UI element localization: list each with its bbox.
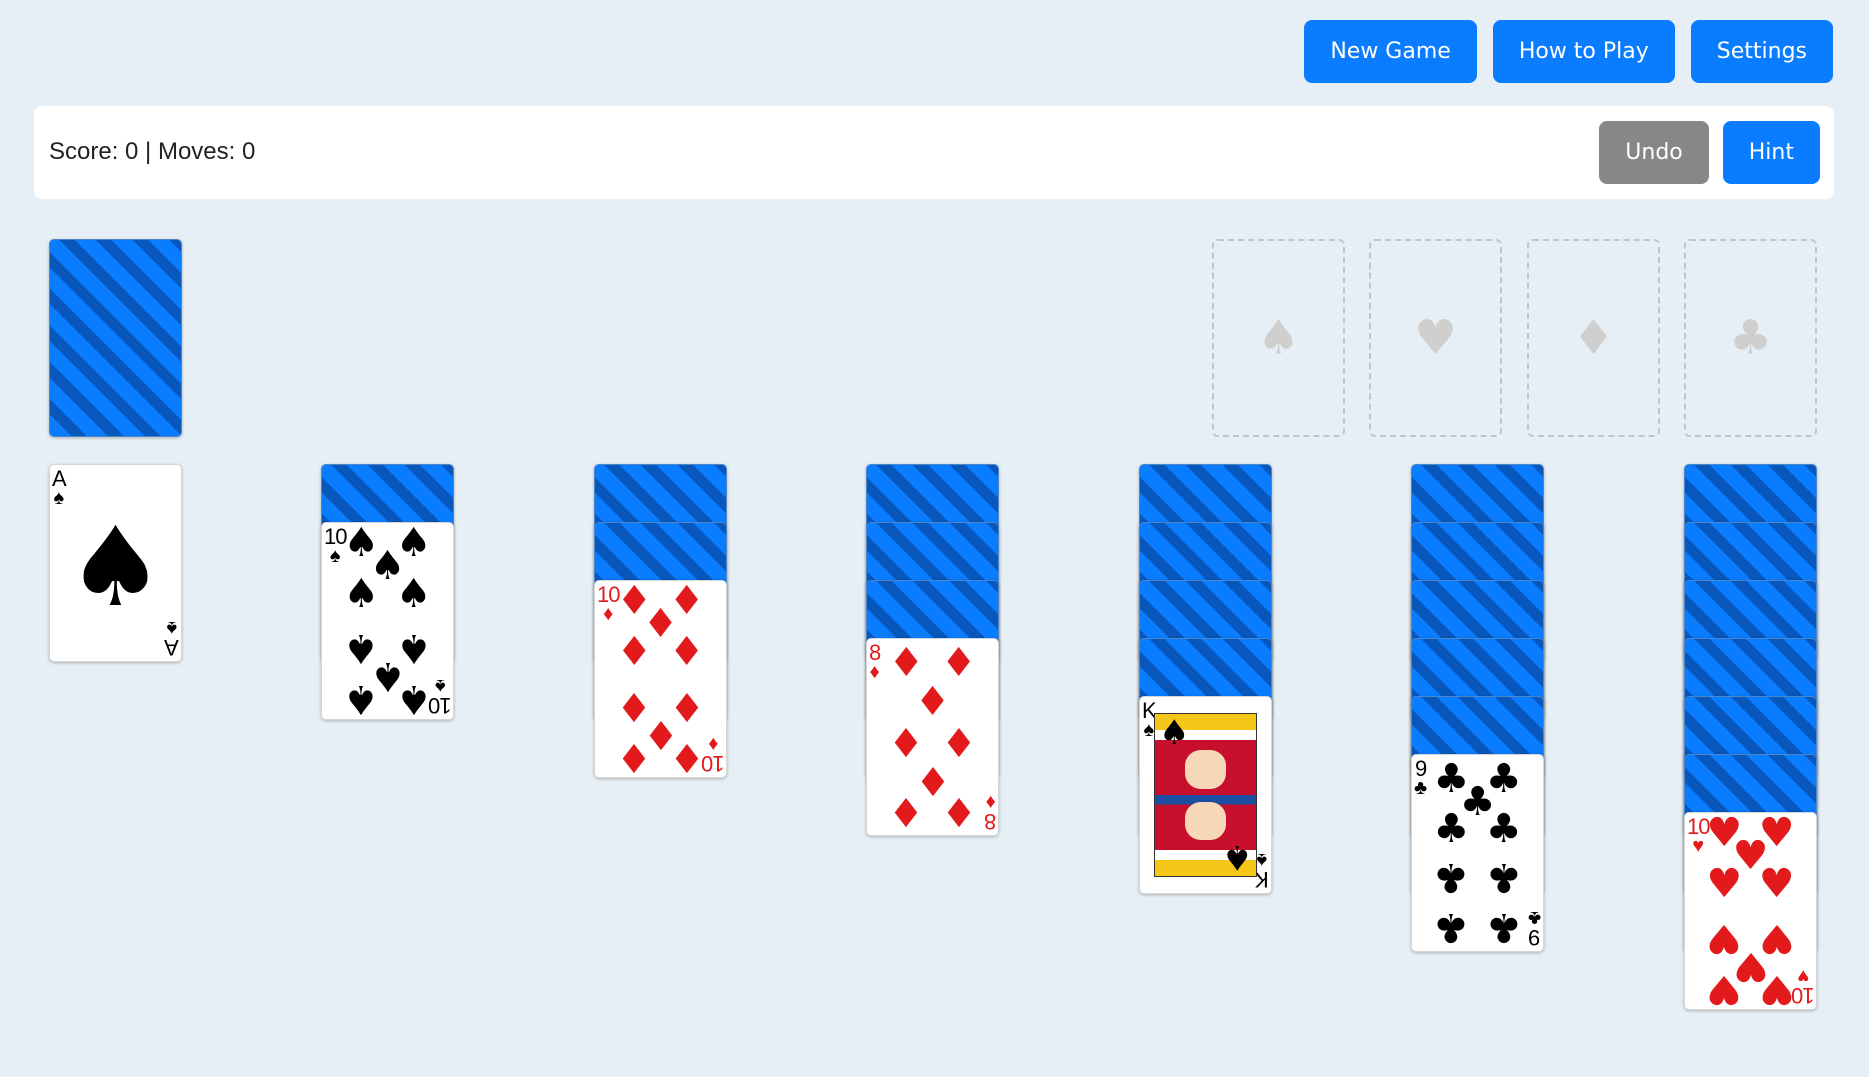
status-actions: Undo Hint	[1599, 121, 1820, 184]
suit-pip-icon: ♠	[343, 676, 380, 720]
suit-pip-icon: ♦	[888, 788, 925, 835]
undo-button[interactable]: Undo	[1599, 121, 1709, 184]
tableau-card-3[interactable]: 10 ♦ 10 ♦ ♦ ♦ ♦ ♦ ♦ ♦ ♦ ♦ ♦ ♦	[594, 580, 727, 778]
card-suit: ♣	[1527, 907, 1541, 929]
suit-pip-icon: ♦	[616, 628, 653, 675]
suit-pip-icon: ♠	[395, 570, 432, 617]
king-portrait-icon: ♠ ♠	[1154, 713, 1257, 877]
top-toolbar: New Game How to Play Settings	[1304, 20, 1833, 83]
card-rank: A	[165, 635, 179, 660]
tableau-card-1[interactable]: A ♠ A ♠ ♠	[49, 464, 182, 662]
foundation-slot-spades[interactable]: ♠	[1212, 239, 1345, 437]
tableau-card-2[interactable]: 10 ♠ 10 ♠ ♠ ♠ ♠ ♠ ♠ ♠ ♠ ♠ ♠ ♠	[321, 522, 454, 720]
card-corner-index: 9 ♣	[1527, 907, 1541, 950]
card-corner-index: 9 ♣	[1414, 758, 1428, 799]
tableau-card-5[interactable]: K ♠ K ♠ ♠ ♠	[1139, 696, 1272, 894]
tableau-card-4[interactable]: 8 ♦ 8 ♦ ♦ ♦ ♦ ♦ ♦ ♦ ♦ ♦	[866, 638, 999, 836]
card-suit: ♠	[53, 487, 65, 509]
stock-pile[interactable]	[49, 239, 182, 437]
suit-pip-icon: ♦	[940, 788, 977, 835]
suit-pip-icon: ♦	[668, 734, 705, 778]
new-game-button[interactable]: New Game	[1304, 20, 1477, 83]
suit-pip-icon: ♦	[940, 639, 977, 686]
card-corner-index: A ♠	[165, 617, 179, 660]
suit-pip-icon: ♣	[1433, 806, 1470, 853]
foundation-slot-clubs[interactable]: ♣	[1684, 239, 1817, 437]
how-to-play-button[interactable]: How to Play	[1492, 20, 1675, 83]
spade-icon: ♠	[66, 502, 165, 631]
hint-button[interactable]: Hint	[1722, 121, 1820, 184]
card-corner-index: K ♠	[1255, 849, 1269, 892]
card-corner-index: 8 ♦	[869, 642, 881, 683]
clubs-icon: ♣	[1728, 310, 1773, 366]
status-bar: Score: 0 | Moves: 0 Undo Hint	[34, 106, 1834, 199]
suit-pip-icon: ♦	[888, 717, 925, 764]
suit-pip-icon: ♠	[395, 676, 432, 720]
spades-icon: ♠	[1256, 310, 1301, 366]
hearts-icon: ♥	[1413, 310, 1458, 366]
suit-pip-icon: ♥	[1758, 860, 1795, 907]
suit-pip-icon: ♦	[914, 678, 951, 725]
tableau-card-6[interactable]: 9 ♣ 9 ♣ ♣ ♣ ♣ ♣ ♣ ♣ ♣ ♣ ♣	[1411, 754, 1544, 952]
card-rank: 8	[984, 809, 996, 834]
card-corner-index: 8 ♦	[984, 791, 996, 834]
settings-button[interactable]: Settings	[1690, 20, 1833, 83]
card-suit: ♦	[869, 661, 880, 683]
suit-pip-icon: ♥	[1706, 966, 1743, 1010]
suit-pip-icon: ♣	[1485, 853, 1522, 900]
suit-pip-icon: ♥	[1758, 966, 1795, 1010]
suit-pip-icon: ♦	[668, 628, 705, 675]
suit-pip-icon: ♦	[888, 639, 925, 686]
suit-pip-icon: ♣	[1433, 853, 1470, 900]
suit-pip-icon: ♣	[1433, 904, 1470, 951]
card-rank: 9	[1528, 925, 1541, 950]
foundation-slot-diamonds[interactable]: ♦	[1527, 239, 1660, 437]
diamonds-icon: ♦	[1571, 310, 1616, 366]
suit-pip-icon: ♦	[616, 734, 653, 778]
card-suit: ♦	[985, 791, 996, 813]
card-suit: ♣	[1414, 777, 1428, 799]
card-corner-index: A ♠	[52, 468, 67, 509]
tableau-card-7[interactable]: 10 ♥ 10 ♥ ♥ ♥ ♥ ♥ ♥ ♥ ♥ ♥ ♥ ♥	[1684, 812, 1817, 1010]
suit-pip-icon: ♦	[940, 717, 977, 764]
foundation-slot-hearts[interactable]: ♥	[1369, 239, 1502, 437]
suit-pip-icon: ♥	[1706, 860, 1743, 907]
king-face	[1185, 801, 1226, 841]
spade-icon: ♠	[1221, 837, 1252, 877]
suit-pip-icon: ♣	[1485, 904, 1522, 951]
score-moves-text: Score: 0 | Moves: 0	[49, 138, 256, 165]
suit-pip-icon: ♠	[343, 570, 380, 617]
card-rank: K	[1255, 867, 1269, 892]
suit-pip-icon: ♣	[1485, 806, 1522, 853]
king-face	[1185, 749, 1226, 789]
spade-icon: ♠	[1159, 713, 1190, 753]
